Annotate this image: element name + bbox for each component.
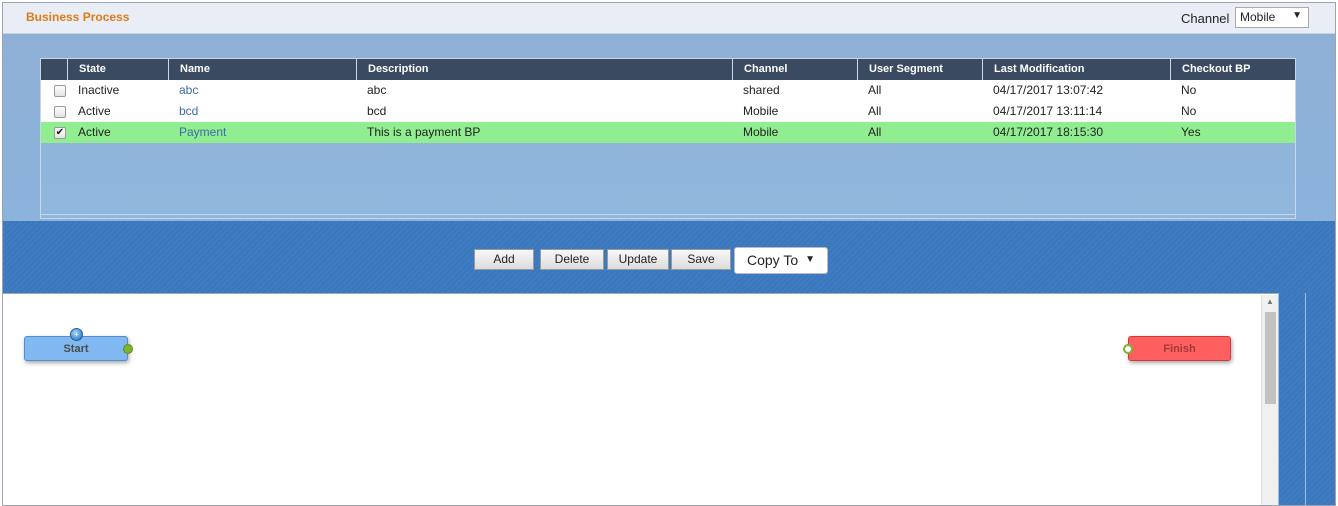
- cell-name-link[interactable]: abc: [168, 80, 198, 101]
- cell-channel: Mobile: [743, 125, 779, 139]
- finish-node[interactable]: Finish: [1128, 336, 1231, 361]
- cell-last-modification: 04/17/2017 18:15:30: [993, 125, 1104, 139]
- cell-user-segment: All: [868, 104, 882, 118]
- cell-checkout-bp: Yes: [1181, 125, 1201, 139]
- caret-down-icon: ▼: [805, 254, 815, 265]
- cell-name-link[interactable]: bcd: [168, 101, 198, 122]
- column-header-channel[interactable]: Channel: [732, 59, 857, 80]
- column-header-last-modification[interactable]: Last Modification: [982, 59, 1170, 80]
- chevron-down-icon: ▼: [1292, 10, 1302, 21]
- save-button[interactable]: Save: [671, 249, 731, 270]
- process-canvas[interactable]: Start + Finish ▲: [3, 293, 1278, 505]
- scroll-up-icon[interactable]: ▲: [1266, 297, 1274, 306]
- update-button[interactable]: Update: [607, 249, 669, 270]
- vertical-scrollbar[interactable]: ▲: [1261, 295, 1278, 505]
- copy-to-label: Copy To: [747, 252, 799, 268]
- add-button[interactable]: Add: [474, 249, 534, 270]
- row-checkbox[interactable]: [54, 106, 66, 118]
- row-checkbox-checked[interactable]: ✔: [54, 127, 66, 139]
- header-checkbox-column: [41, 59, 67, 80]
- cell-channel: shared: [743, 83, 780, 97]
- cell-checkout-bp: No: [1181, 83, 1197, 97]
- channel-select[interactable]: Mobile ▼: [1235, 7, 1309, 28]
- cell-checkout-bp: No: [1181, 104, 1197, 118]
- cell-state: Inactive: [78, 83, 120, 97]
- column-header-name[interactable]: Name: [168, 59, 356, 80]
- checkmark-icon: ✔: [55, 127, 65, 138]
- delete-button[interactable]: Delete: [540, 249, 604, 270]
- cell-description: bcd: [367, 104, 387, 118]
- start-output-port[interactable]: [123, 344, 133, 354]
- table-empty-area: [41, 143, 1295, 215]
- cell-state: Active: [78, 125, 111, 139]
- table-row[interactable]: Inactive abc abc shared All 04/17/2017 1…: [41, 80, 1295, 101]
- process-table: State Name Description Channel User Segm…: [40, 58, 1296, 219]
- channel-select-value: Mobile: [1240, 10, 1276, 24]
- cell-name-link[interactable]: Payment: [168, 122, 226, 143]
- table-row-selected[interactable]: ✔ Active Payment This is a payment BP Mo…: [41, 122, 1295, 143]
- scrollbar-thumb[interactable]: [1265, 312, 1276, 404]
- column-header-state[interactable]: State: [67, 59, 168, 80]
- cell-user-segment: All: [868, 83, 882, 97]
- table-row[interactable]: Active bcd bcd Mobile All 04/17/2017 13:…: [41, 101, 1295, 122]
- column-header-user-segment[interactable]: User Segment: [857, 59, 982, 80]
- table-header: State Name Description Channel User Segm…: [41, 59, 1295, 80]
- column-header-description[interactable]: Description: [356, 59, 732, 80]
- right-side-panel: [1278, 293, 1306, 505]
- cell-channel: Mobile: [743, 104, 779, 118]
- cell-state: Active: [78, 104, 111, 118]
- process-list-panel: State Name Description Channel User Segm…: [3, 34, 1335, 221]
- business-process-window: Business Process Channel Mobile ▼ State …: [2, 2, 1336, 506]
- globe-icon: +: [70, 328, 83, 341]
- title-bar: Business Process Channel Mobile ▼: [3, 3, 1335, 34]
- finish-input-port[interactable]: [1123, 344, 1133, 354]
- designer-area: Start + Finish ▲: [3, 293, 1335, 505]
- copy-to-dropdown[interactable]: Copy To ▼: [734, 247, 828, 274]
- row-checkbox[interactable]: [54, 85, 66, 97]
- channel-label: Channel: [1181, 11, 1230, 26]
- cell-last-modification: 04/17/2017 13:07:42: [993, 83, 1104, 97]
- cell-description: This is a payment BP: [367, 125, 481, 139]
- page-title: Business Process: [26, 10, 130, 24]
- column-header-checkout-bp[interactable]: Checkout BP: [1170, 59, 1295, 80]
- cell-description: abc: [367, 83, 387, 97]
- action-toolbar: Add Delete Update Save Copy To ▼: [3, 221, 1335, 293]
- cell-last-modification: 04/17/2017 13:11:14: [993, 104, 1103, 118]
- cell-user-segment: All: [868, 125, 882, 139]
